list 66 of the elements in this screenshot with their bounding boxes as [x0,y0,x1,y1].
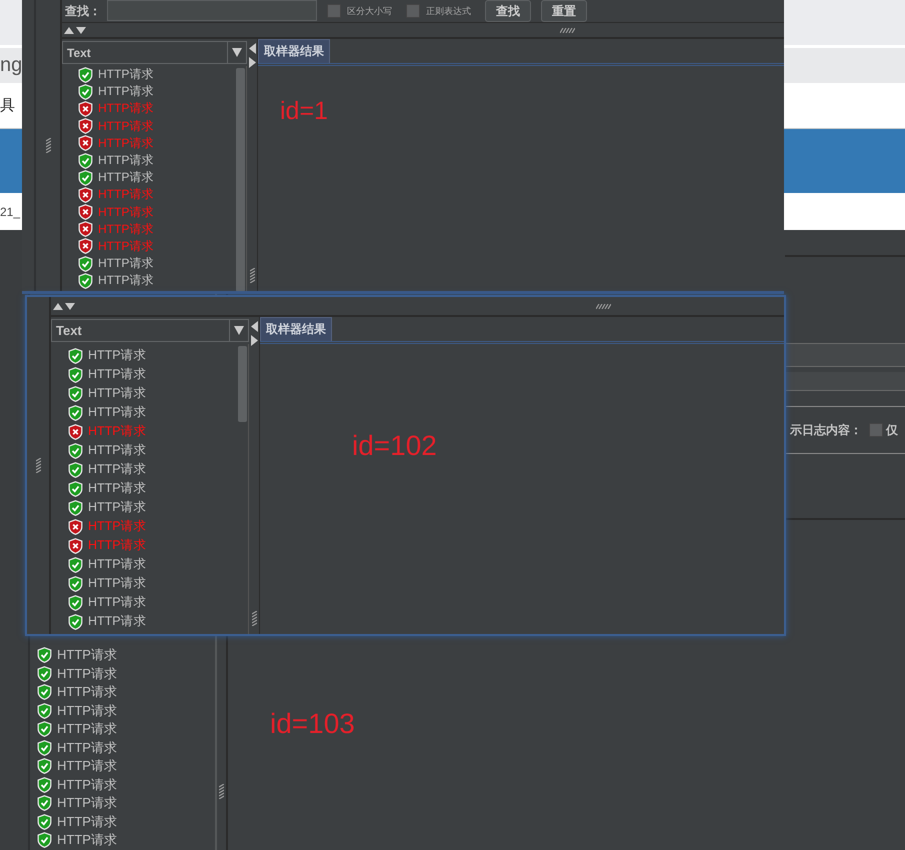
sample-label[interactable]: HTTP请求 [57,812,117,831]
sample-label[interactable]: HTTP请求 [57,738,117,757]
grip-icon [596,304,611,308]
annotation-label: id=102 [352,430,438,462]
sample-label[interactable]: HTTP请求 [57,794,117,812]
checkbox[interactable] [869,423,883,437]
text-field[interactable] [785,372,905,391]
split-arrows-icon [250,321,258,347]
checkbox-label: 区分大小写 [347,4,392,18]
annotation-label: id=103 [270,708,356,740]
scrollbar-thumb[interactable] [236,68,245,291]
checkbox[interactable] [327,4,341,18]
checkbox-label: 正则表达式 [426,4,471,18]
sample-label[interactable]: HTTP请求 [98,152,154,170]
sample-label[interactable]: HTTP请求 [88,575,147,592]
sample-label[interactable]: HTTP请求 [88,385,147,402]
sample-label[interactable]: HTTP请求 [57,646,117,664]
sample-label[interactable]: HTTP请求 [57,776,117,794]
sample-label[interactable]: HTTP请求 [88,404,147,421]
split-arrows-icon [53,302,75,310]
sample-label[interactable]: HTTP请求 [98,83,154,100]
annotation-label: id=1 [280,97,329,126]
sample-label[interactable]: HTTP请求 [98,272,154,290]
sample-label[interactable]: HTTP请求 [88,366,147,383]
grip-icon [252,611,256,626]
sample-label[interactable]: HTTP请求 [98,169,154,186]
result-tab[interactable]: 取样器结果 [258,39,330,63]
page-text: 21_ [0,204,20,218]
grip-icon [560,28,575,32]
grip-icon [46,138,50,153]
checkbox[interactable] [406,4,420,18]
search-button[interactable]: 重置 [541,0,587,22]
sample-label[interactable]: HTTP请求 [57,683,117,702]
sample-label[interactable]: HTTP请求 [88,461,147,478]
result-tab[interactable]: 取样器结果 [260,317,332,341]
log-label: 示日志内容： [790,422,862,438]
sample-label[interactable]: HTTP请求 [57,720,117,738]
sample-label[interactable]: HTTP请求 [88,613,147,630]
grip-icon [36,458,40,473]
sample-label[interactable]: HTTP请求 [88,347,147,364]
scrollbar-thumb[interactable] [238,346,247,422]
caret-icon [234,326,244,335]
sample-label[interactable]: HTTP请求 [88,480,147,497]
search-field[interactable] [107,0,317,21]
split-arrows-icon [248,43,256,69]
grip-icon [219,784,224,799]
sample-label[interactable]: HTTP请求 [98,66,154,84]
renderer-dropdown[interactable]: Text [62,41,247,64]
search-button[interactable]: 查找 [485,0,531,22]
sample-label[interactable]: HTTP请求 [57,757,117,776]
sample-label[interactable]: HTTP请求 [57,702,117,720]
sample-label[interactable]: HTTP请求 [88,442,147,459]
sample-label[interactable]: HTTP请求 [88,499,147,516]
sample-label[interactable]: HTTP请求 [88,556,147,573]
checkbox-label: 仅 [886,422,898,438]
grip-icon [250,268,254,283]
sample-label[interactable]: HTTP请求 [88,594,147,611]
sample-label[interactable]: HTTP请求 [57,664,117,683]
sample-label[interactable]: HTTP请求 [57,831,117,850]
split-arrows-icon [64,26,86,34]
search-label: 查找： [65,2,101,20]
page-text: ng [0,54,22,77]
text-field[interactable] [785,343,905,367]
page-text: 具 [0,96,15,115]
sample-label[interactable]: HTTP请求 [98,255,154,272]
renderer-dropdown[interactable]: Text [51,319,249,342]
